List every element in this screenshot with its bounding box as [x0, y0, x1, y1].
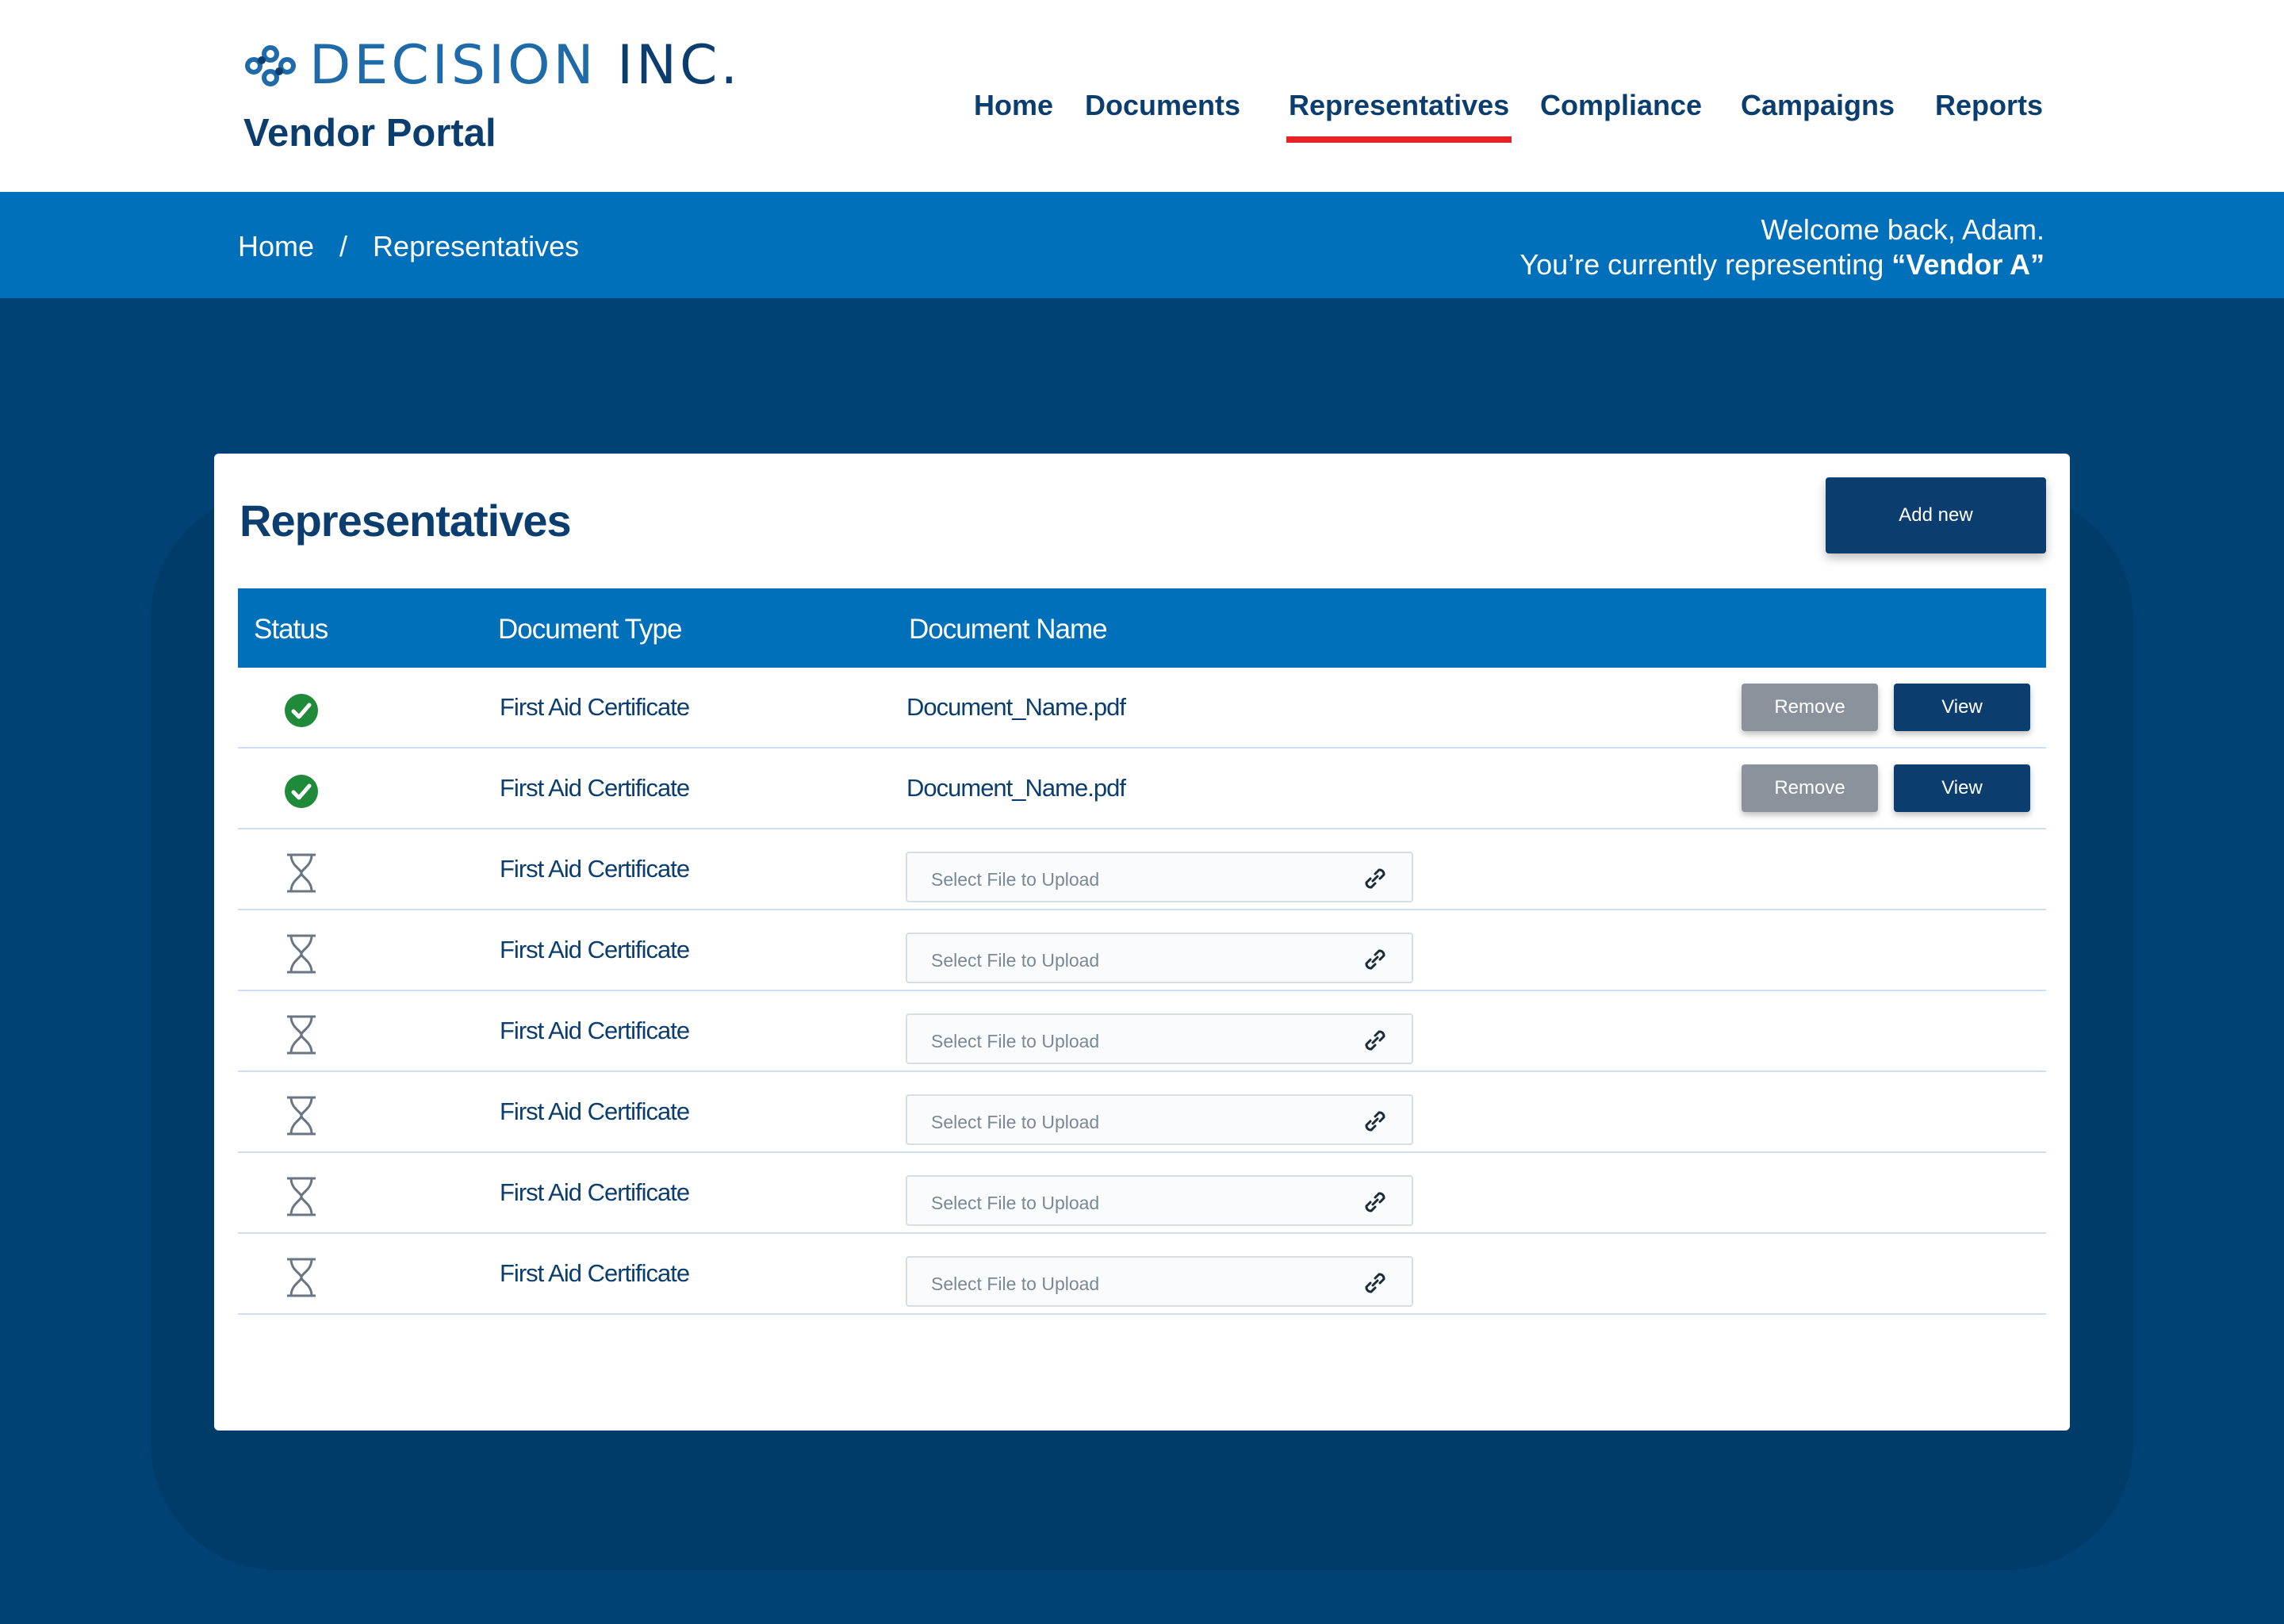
link-icon: [1365, 1111, 1385, 1132]
link-icon: [1365, 1192, 1385, 1212]
file-upload-field[interactable]: Select File to Upload: [906, 1256, 1413, 1307]
vendor-name: “Vendor A”: [1891, 248, 2044, 281]
hourglass-icon: [287, 853, 316, 893]
upload-placeholder: Select File to Upload: [931, 1274, 1100, 1294]
nav-compliance[interactable]: Compliance: [1540, 89, 1702, 122]
upload-placeholder: Select File to Upload: [931, 1031, 1100, 1051]
nav-campaigns[interactable]: Campaigns: [1741, 89, 1895, 122]
upload-placeholder: Select File to Upload: [931, 1193, 1100, 1213]
breadcrumb-current: Representatives: [373, 230, 580, 262]
company-logo[interactable]: DECISION INC.: [243, 38, 741, 94]
link-icon: [1365, 949, 1385, 970]
table-row: First Aid Certificate Document_Name.pdf Re…: [238, 749, 2046, 829]
table-row: First Aid Certificate Select File to Uplo…: [238, 1072, 2046, 1153]
document-type-cell: First Aid Certificate: [500, 1017, 690, 1044]
breadcrumb-separator: /: [339, 230, 348, 262]
document-type-cell: First Aid Certificate: [500, 1259, 690, 1287]
portal-title: Vendor Portal: [243, 112, 496, 155]
table-body: First Aid Certificate Document_Name.pdf Re…: [238, 668, 2046, 1315]
file-upload-field[interactable]: Select File to Upload: [906, 933, 1413, 983]
upload-placeholder: Select File to Upload: [931, 950, 1100, 971]
view-button[interactable]: View: [1894, 764, 2030, 812]
page-title: Representatives: [240, 496, 572, 546]
check-circle-icon: [285, 775, 318, 808]
documents-table: Status Document Type Document Name First…: [238, 588, 2046, 1315]
logo-wordmark: DECISION INC.: [309, 38, 741, 94]
document-type-cell: First Aid Certificate: [500, 1178, 690, 1206]
file-upload-field[interactable]: Select File to Upload: [906, 852, 1413, 902]
table-row: First Aid Certificate Select File to Uplo…: [238, 910, 2046, 991]
file-upload-field[interactable]: Select File to Upload: [906, 1175, 1413, 1226]
remove-button[interactable]: Remove: [1742, 764, 1878, 812]
document-type-cell: First Aid Certificate: [500, 693, 690, 721]
remove-button[interactable]: Remove: [1742, 684, 1878, 731]
table-row: First Aid Certificate Document_Name.pdf Re…: [238, 668, 2046, 749]
header-status: Status: [254, 614, 328, 645]
table-header: Status Document Type Document Name: [238, 588, 2046, 668]
document-name-cell: Document_Name.pdf: [906, 693, 1126, 721]
upload-placeholder: Select File to Upload: [931, 1112, 1100, 1132]
link-icon: [1365, 1273, 1385, 1293]
breadcrumb-home[interactable]: Home: [238, 230, 314, 263]
document-type-cell: First Aid Certificate: [500, 774, 690, 802]
hourglass-icon: [287, 1096, 316, 1136]
nav-representatives[interactable]: Representatives: [1286, 89, 1512, 143]
check-circle-icon: [285, 694, 318, 727]
sub-header-bar: Home / Representatives Welcome back, Ada…: [0, 192, 2284, 298]
nav-documents[interactable]: Documents: [1085, 89, 1240, 122]
welcome-message: Welcome back, Adam. You’re currently rep…: [1519, 213, 2044, 282]
logo-mark-icon: [245, 45, 296, 86]
document-name-cell: Document_Name.pdf: [906, 774, 1126, 802]
add-new-button[interactable]: Add new: [1826, 477, 2046, 553]
logo-suffix: INC.: [617, 34, 742, 97]
view-button[interactable]: View: [1894, 684, 2030, 731]
nav-home[interactable]: Home: [974, 89, 1053, 122]
file-upload-field[interactable]: Select File to Upload: [906, 1094, 1413, 1145]
document-type-cell: First Aid Certificate: [500, 936, 690, 963]
nav-reports[interactable]: Reports: [1935, 89, 2043, 122]
representatives-card: Representatives Add new Status Document …: [214, 454, 2070, 1431]
link-icon: [1365, 1030, 1385, 1051]
representing-line: You’re currently representing “Vendor A”: [1519, 247, 2044, 282]
file-upload-field[interactable]: Select File to Upload: [906, 1013, 1413, 1064]
logo-name: DECISION: [309, 34, 597, 97]
hourglass-icon: [287, 934, 316, 974]
header-document-name: Document Name: [909, 614, 1108, 645]
table-row: First Aid Certificate Select File to Uplo…: [238, 1234, 2046, 1315]
site-header: DECISION INC. Vendor Portal Home Documen…: [0, 0, 2284, 192]
document-type-cell: First Aid Certificate: [500, 855, 690, 883]
hourglass-icon: [287, 1177, 316, 1216]
table-row: First Aid Certificate Select File to Uplo…: [238, 1153, 2046, 1234]
breadcrumb: Home / Representatives: [238, 230, 579, 263]
header-document-type: Document Type: [498, 614, 682, 645]
hourglass-icon: [287, 1015, 316, 1055]
table-row: First Aid Certificate Select File to Uplo…: [238, 991, 2046, 1072]
table-row: First Aid Certificate Select File to Uplo…: [238, 829, 2046, 910]
upload-placeholder: Select File to Upload: [931, 869, 1100, 890]
link-icon: [1365, 868, 1385, 889]
representing-prefix: You’re currently representing: [1519, 248, 1892, 281]
main-nav: Home Documents Representatives Complianc…: [952, 89, 2046, 147]
welcome-line: Welcome back, Adam.: [1761, 213, 2045, 246]
hourglass-icon: [287, 1258, 316, 1297]
document-type-cell: First Aid Certificate: [500, 1097, 690, 1125]
